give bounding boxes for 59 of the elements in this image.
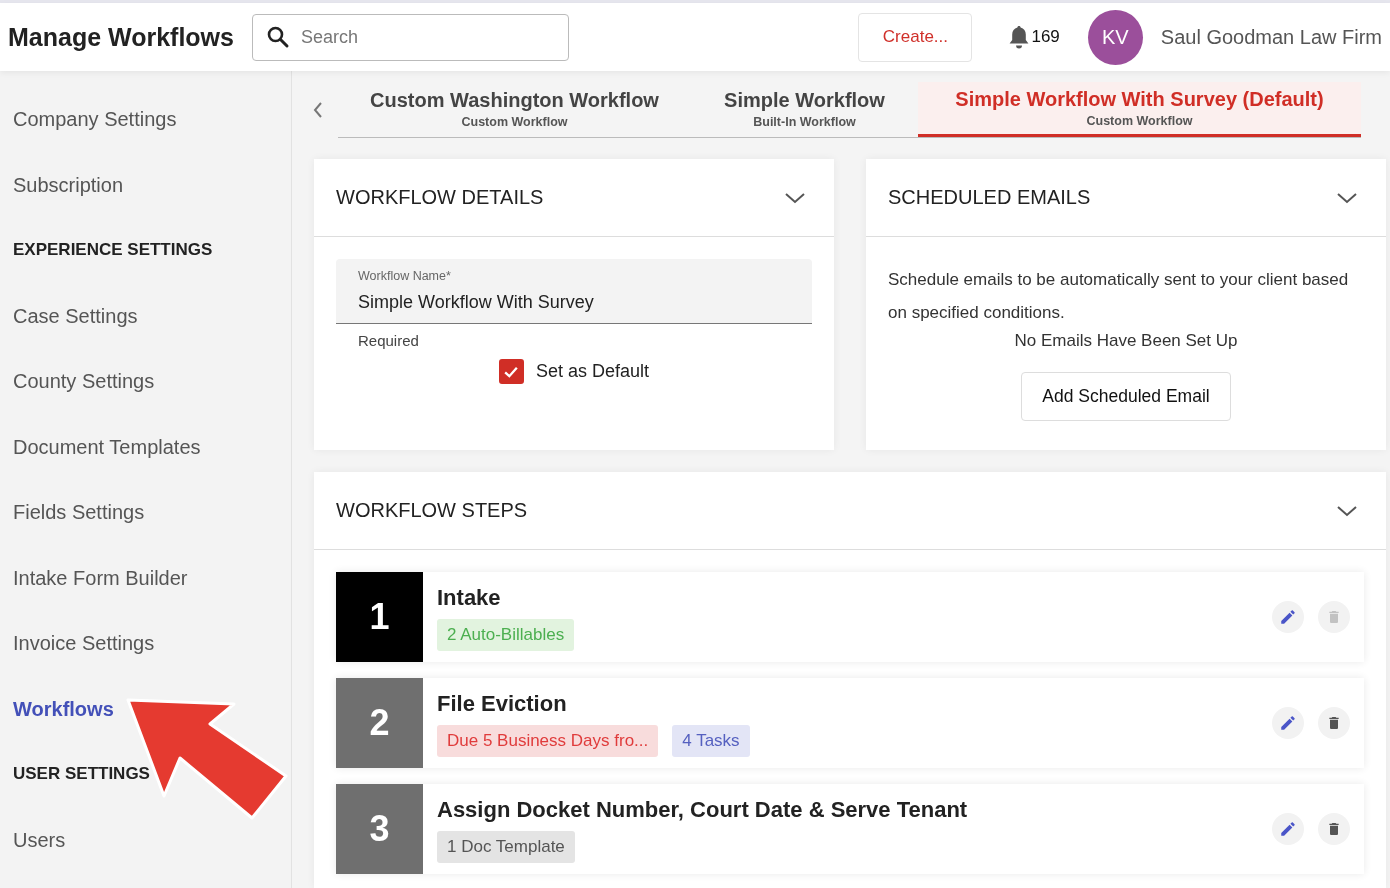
step-tag: 1 Doc Template — [437, 831, 575, 863]
search-field[interactable]: Search — [251, 13, 569, 61]
card-title: WORKFLOW DETAILS — [336, 186, 544, 209]
sidebar-link[interactable]: Invoice Settings — [13, 631, 155, 655]
trash-icon — [1326, 609, 1342, 625]
page-title: Manage Workflows — [8, 22, 234, 52]
helper-text: Required — [358, 332, 419, 349]
step-number: 1 — [336, 572, 423, 662]
sidebar-link[interactable]: Users — [13, 827, 66, 852]
delete-button[interactable] — [1318, 707, 1350, 739]
create-button[interactable]: Create... — [858, 12, 973, 62]
edit-button[interactable] — [1272, 813, 1304, 845]
step-name: File Eviction — [437, 691, 567, 717]
step-name: Assign Docket Number, Court Date & Serve Tenant — [437, 797, 968, 823]
bell-icon[interactable] — [1008, 25, 1031, 49]
step-card[interactable]: 2 File Eviction Due 5 Business Days fro... 4 Tasks — [336, 678, 1364, 768]
pencil-icon — [1279, 820, 1297, 838]
sidebar-link[interactable]: Company Settings — [13, 107, 177, 131]
notification-count: 169 — [1031, 27, 1060, 47]
tab[interactable]: Custom Washington Workflow Custom Workflow — [338, 81, 691, 137]
step-tag: 2 Auto-Billables — [437, 619, 575, 651]
card-title: WORKFLOW STEPS — [336, 499, 528, 522]
chevron-down-icon[interactable] — [1336, 191, 1358, 204]
step-tag: 4 Tasks — [672, 725, 750, 757]
step-number: 2 — [336, 678, 423, 768]
avatar[interactable]: KV — [1087, 9, 1143, 65]
sidebar-link[interactable]: Workflows — [13, 696, 114, 721]
edit-button[interactable] — [1272, 601, 1304, 633]
section-heading: USER SETTINGS — [13, 763, 150, 785]
step-card[interactable]: 3 Assign Docket Number, Court Date & Serve Tenant 1 Doc Template — [336, 784, 1364, 874]
sidebar-link[interactable]: Case Settings — [13, 303, 138, 328]
edit-button[interactable] — [1272, 707, 1304, 739]
firm-name[interactable]: Saul Goodman Law Firm — [1160, 25, 1382, 49]
sidebar-link[interactable]: Fields Settings — [13, 500, 145, 524]
tab[interactable]: Simple Workflow With Survey (Default) Custom Workflow — [918, 81, 1361, 137]
sidebar-link[interactable]: Document Templates — [13, 434, 201, 459]
step-name: Intake — [437, 585, 501, 611]
add-scheduled-email-button[interactable]: Add Scheduled Email — [1021, 372, 1231, 421]
chevron-down-icon[interactable] — [1336, 504, 1358, 517]
step-number: 3 — [336, 784, 423, 874]
pencil-icon — [1279, 608, 1297, 626]
checkbox-label[interactable]: Set as Default — [535, 361, 650, 382]
pencil-icon — [1279, 714, 1297, 732]
description: Schedule emails to be automatically sent to your client based on specified conditions. — [888, 269, 1350, 324]
trash-icon — [1326, 821, 1342, 837]
section-heading: EXPERIENCE SETTINGS — [13, 239, 213, 261]
delete-button[interactable] — [1318, 813, 1350, 845]
chevron-down-icon[interactable] — [784, 191, 806, 204]
tab[interactable]: Simple Workflow Built-In Workflow — [691, 81, 918, 137]
sidebar-link[interactable]: County Settings — [13, 369, 155, 393]
field-label: Workflow Name* — [358, 269, 451, 283]
checkbox[interactable] — [498, 359, 524, 384]
step-card[interactable]: 1 Intake 2 Auto-Billables — [336, 572, 1364, 662]
sidebar-link[interactable]: Subscription — [13, 172, 124, 197]
sidebar-link[interactable]: Intake Form Builder — [13, 565, 188, 590]
card-title: SCHEDULED EMAILS — [888, 186, 1091, 209]
trash-icon — [1326, 715, 1342, 731]
step-tag: Due 5 Business Days fro... — [437, 725, 659, 757]
empty-message: No Emails Have Been Set Up — [1014, 331, 1238, 351]
